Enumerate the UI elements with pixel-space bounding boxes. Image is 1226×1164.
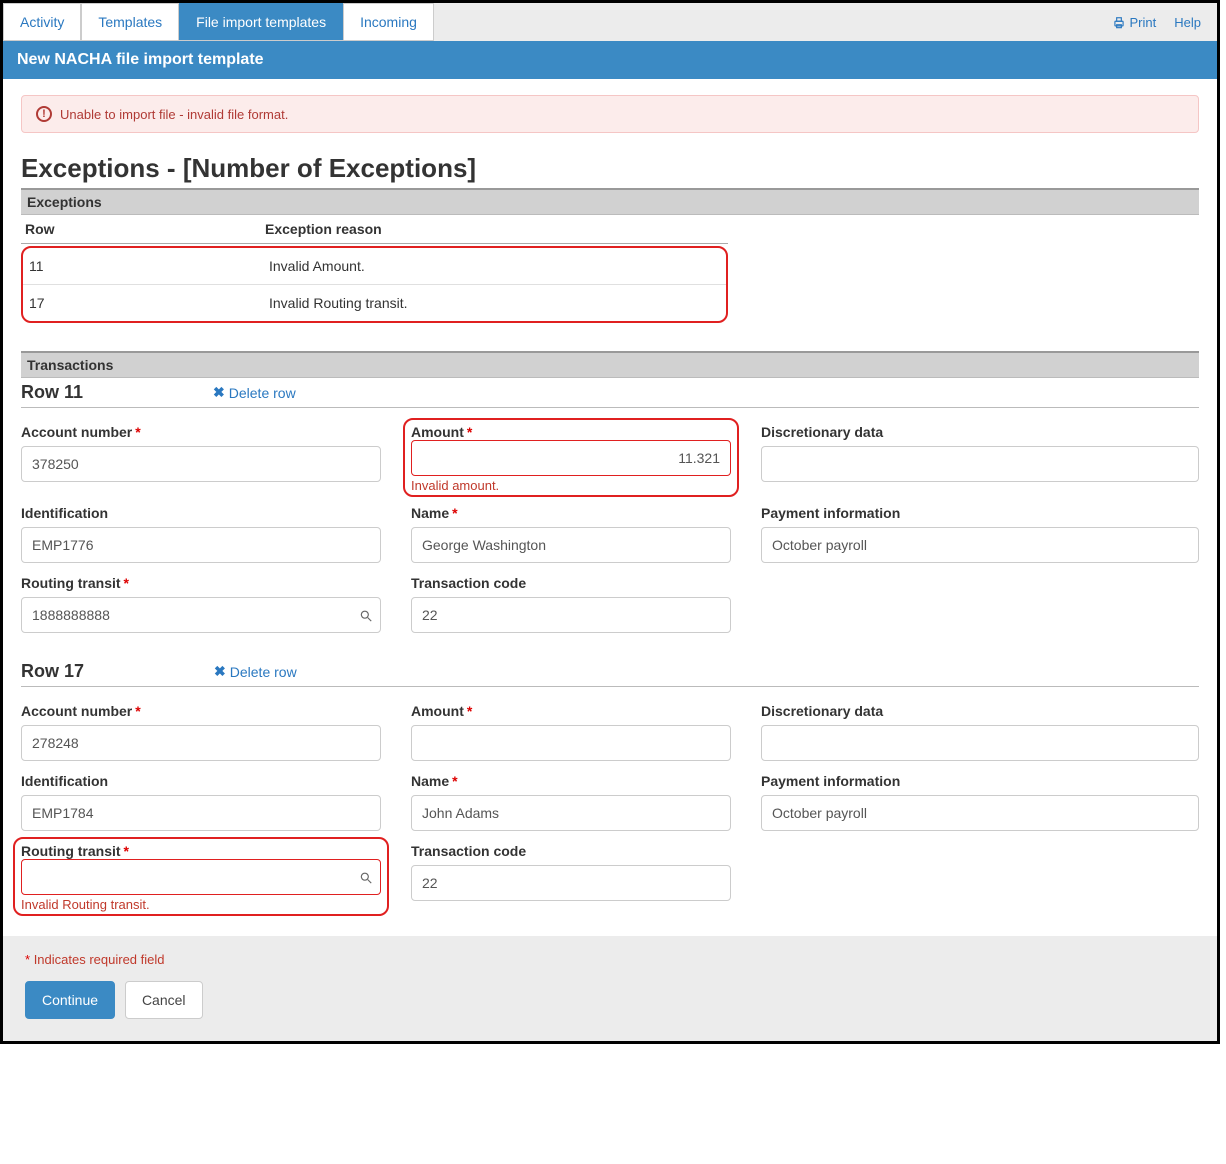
search-icon[interactable] (359, 607, 373, 623)
alert-error: ! Unable to import file - invalid file f… (21, 95, 1199, 133)
row-title: Row 17 (21, 661, 84, 682)
name-input[interactable] (411, 527, 731, 563)
exceptions-col-reason: Exception reason (265, 221, 382, 237)
close-icon: ✖ (214, 663, 226, 680)
tab-bar: Activity Templates File import templates… (3, 3, 434, 41)
payment-info-input[interactable] (761, 795, 1199, 831)
delete-row-link[interactable]: ✖ Delete row (213, 384, 296, 401)
discretionary-input[interactable] (761, 446, 1199, 482)
exceptions-col-row: Row (25, 221, 265, 237)
routing-error-msg: Invalid Routing transit. (21, 897, 381, 912)
txn-code-input[interactable] (411, 597, 731, 633)
exceptions-section-header: Exceptions (21, 188, 1199, 215)
alert-text: Unable to import file - invalid file for… (60, 107, 288, 122)
alert-icon: ! (36, 106, 52, 122)
close-icon: ✖ (213, 384, 225, 401)
name-input[interactable] (411, 795, 731, 831)
search-icon[interactable] (359, 869, 373, 885)
label-amount: Amount* (411, 703, 731, 719)
account-number-input[interactable] (21, 725, 381, 761)
print-icon (1112, 14, 1126, 30)
exception-row-reason: Invalid Routing transit. (269, 295, 408, 311)
exception-row-num: 17 (29, 295, 269, 311)
txn-code-input[interactable] (411, 865, 731, 901)
exceptions-body: 11 Invalid Amount. 17 Invalid Routing tr… (21, 246, 728, 323)
tab-incoming[interactable]: Incoming (343, 3, 434, 40)
label-account-number: Account number* (21, 424, 381, 440)
amount-error-msg: Invalid amount. (411, 478, 731, 493)
row-title: Row 11 (21, 382, 83, 403)
tab-templates[interactable]: Templates (81, 3, 179, 40)
account-number-input[interactable] (21, 446, 381, 482)
label-discretionary: Discretionary data (761, 703, 1199, 719)
label-routing: Routing transit* (21, 575, 381, 591)
transactions-section-header: Transactions (21, 351, 1199, 378)
cancel-button[interactable]: Cancel (125, 981, 203, 1019)
label-identification: Identification (21, 505, 381, 521)
routing-input[interactable] (21, 859, 381, 895)
subheader: New NACHA file import template (3, 41, 1217, 79)
amount-input[interactable] (411, 440, 731, 476)
payment-info-input[interactable] (761, 527, 1199, 563)
continue-button[interactable]: Continue (25, 981, 115, 1019)
exception-row-reason: Invalid Amount. (269, 258, 365, 274)
exception-row: 11 Invalid Amount. (23, 248, 726, 285)
label-txn-code: Transaction code (411, 843, 731, 859)
label-account-number: Account number* (21, 703, 381, 719)
label-amount: Amount* (411, 424, 472, 440)
amount-input[interactable] (411, 725, 731, 761)
required-note: * Indicates required field (25, 952, 1195, 967)
exception-row-num: 11 (29, 258, 269, 274)
print-link[interactable]: Print (1112, 14, 1157, 30)
label-payment-info: Payment information (761, 505, 1199, 521)
routing-input[interactable] (21, 597, 381, 633)
label-identification: Identification (21, 773, 381, 789)
tab-activity[interactable]: Activity (3, 3, 81, 40)
label-name: Name* (411, 505, 731, 521)
label-routing: Routing transit* (21, 843, 129, 859)
delete-row-link[interactable]: ✖ Delete row (214, 663, 297, 680)
label-name: Name* (411, 773, 731, 789)
help-link[interactable]: Help (1174, 15, 1201, 30)
label-txn-code: Transaction code (411, 575, 731, 591)
label-discretionary: Discretionary data (761, 424, 1199, 440)
page-title: Exceptions - [Number of Exceptions] (21, 153, 1199, 184)
label-payment-info: Payment information (761, 773, 1199, 789)
identification-input[interactable] (21, 795, 381, 831)
discretionary-input[interactable] (761, 725, 1199, 761)
identification-input[interactable] (21, 527, 381, 563)
tab-file-import-templates[interactable]: File import templates (179, 3, 343, 40)
exception-row: 17 Invalid Routing transit. (23, 285, 726, 321)
exceptions-header-row: Row Exception reason (21, 215, 728, 244)
